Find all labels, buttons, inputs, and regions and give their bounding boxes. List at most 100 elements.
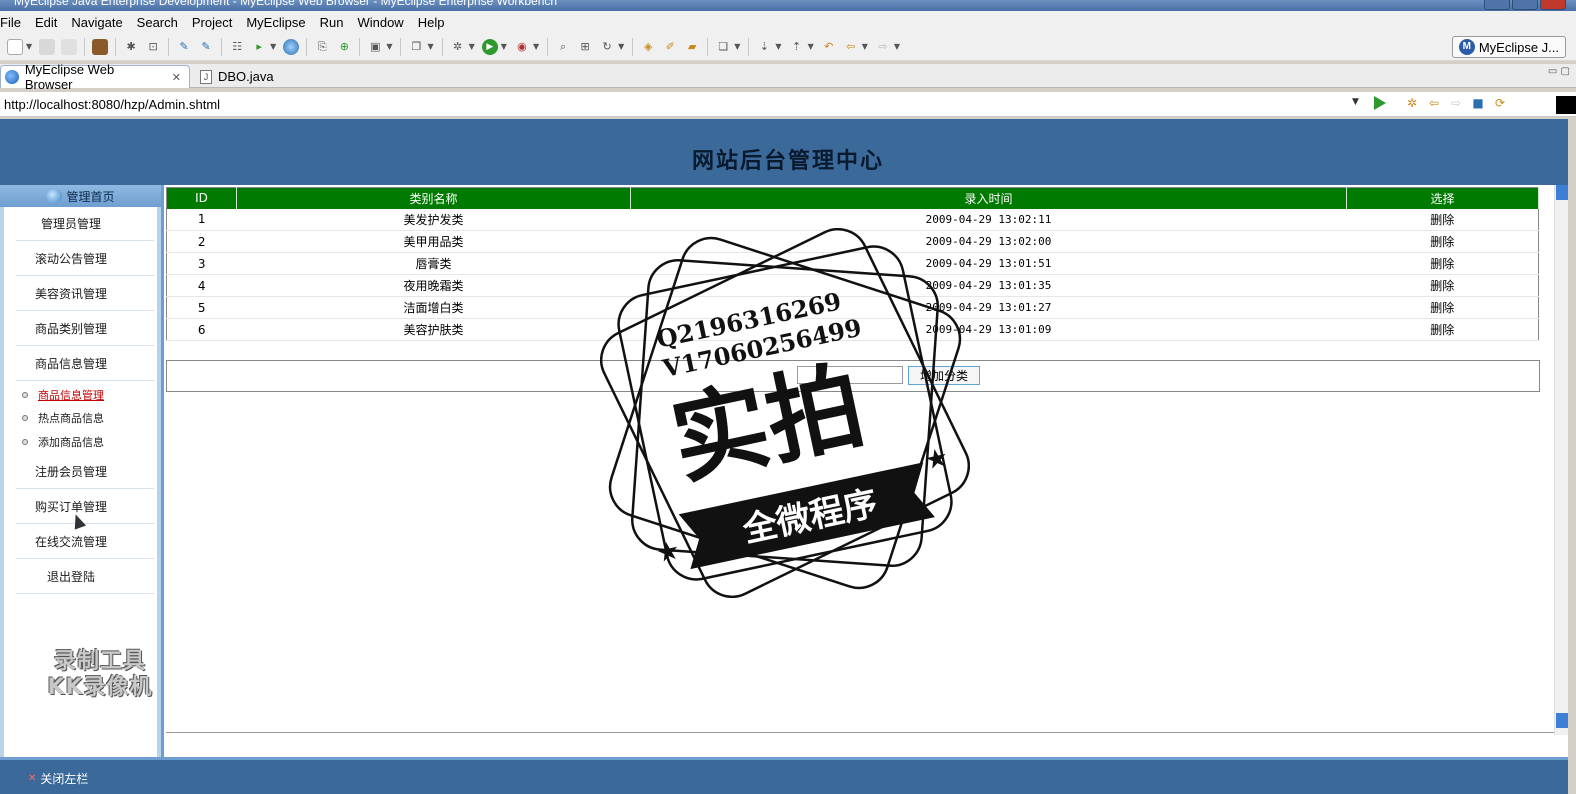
- run-icon[interactable]: ▶: [481, 38, 498, 55]
- chevron-down-icon[interactable]: ▼: [775, 42, 781, 51]
- new-class-icon[interactable]: ❐: [408, 39, 424, 55]
- chevron-down-icon[interactable]: ▼: [270, 42, 276, 51]
- bug-icon[interactable]: ✱: [123, 39, 139, 55]
- save-icon[interactable]: [39, 38, 56, 55]
- next-annotation-icon[interactable]: ⇣: [756, 39, 772, 55]
- sidebar-item-members[interactable]: 注册会员管理: [16, 455, 154, 489]
- sidebar-sub-add-product[interactable]: 添加商品信息: [22, 434, 104, 450]
- chevron-down-icon[interactable]: ▼: [808, 42, 814, 51]
- close-left-panel-button[interactable]: ✕ 关闭左栏: [28, 770, 88, 787]
- sidebar-item-orders[interactable]: 购买订单管理: [16, 490, 154, 524]
- menu-myeclipse[interactable]: MyEclipse: [239, 15, 312, 30]
- delete-link[interactable]: 删除: [1346, 230, 1539, 253]
- minimize-maximize-icon[interactable]: ▭ ▢: [1548, 66, 1570, 77]
- delete-link[interactable]: 删除: [1346, 252, 1539, 275]
- chevron-down-icon[interactable]: ▼: [501, 42, 507, 51]
- open-icon[interactable]: ⎘: [314, 39, 330, 55]
- delete-link[interactable]: 删除: [1346, 208, 1539, 231]
- cell-name: 美容护肤类: [236, 318, 631, 341]
- grid-icon[interactable]: ⊞: [577, 39, 593, 55]
- close-icon[interactable]: ✕: [172, 71, 181, 84]
- delete-link[interactable]: 删除: [1346, 296, 1539, 319]
- chevron-down-icon[interactable]: ▼: [427, 42, 433, 51]
- column-header-action: 选择: [1346, 187, 1539, 209]
- chevron-down-icon[interactable]: ▼: [26, 42, 32, 51]
- refresh-icon[interactable]: ⟳: [1492, 95, 1508, 111]
- chevron-down-icon[interactable]: ▼: [734, 42, 740, 51]
- maximize-button[interactable]: [1512, 0, 1538, 10]
- globe-icon: [5, 70, 19, 84]
- column-header-id: ID: [166, 187, 237, 209]
- add-category-button[interactable]: 增加分类: [908, 366, 980, 385]
- add-icon[interactable]: ⊕: [336, 39, 352, 55]
- sidebar-item-admin[interactable]: 管理员管理: [16, 207, 154, 241]
- menu-project[interactable]: Project: [185, 15, 239, 30]
- last-edit-icon[interactable]: ↶: [821, 39, 837, 55]
- close-window-button[interactable]: [1540, 0, 1566, 10]
- new-icon[interactable]: [7, 38, 23, 55]
- tab-web-browser[interactable]: MyEclipse Web Browser ✕: [0, 62, 190, 92]
- sidebar-item-chat[interactable]: 在线交流管理: [16, 525, 154, 559]
- print-icon[interactable]: [61, 38, 78, 55]
- menu-help[interactable]: Help: [411, 15, 452, 30]
- refresh-icon[interactable]: ↻: [599, 39, 615, 55]
- sidebar-item-beauty-news[interactable]: 美容资讯管理: [16, 277, 154, 311]
- scroll-up-arrow[interactable]: [1556, 185, 1568, 200]
- sidebar-item-product[interactable]: 商品信息管理: [16, 347, 154, 381]
- debug-icon[interactable]: ✲: [450, 39, 466, 55]
- globe-icon[interactable]: [283, 38, 300, 55]
- go-icon[interactable]: [1374, 96, 1386, 110]
- forward-icon[interactable]: ⇨: [875, 39, 891, 55]
- chevron-down-icon[interactable]: ▼: [1352, 97, 1359, 107]
- perspective-switcher[interactable]: M MyEclipse J...: [1451, 36, 1566, 58]
- minimize-button[interactable]: [1484, 0, 1510, 10]
- tab-dbo-java[interactable]: J DBO.java: [196, 65, 300, 88]
- sidebar-item-announcement[interactable]: 滚动公告管理: [16, 242, 154, 276]
- camera-icon[interactable]: ▣: [367, 39, 383, 55]
- menu-navigate[interactable]: Navigate: [64, 15, 129, 30]
- search-icon[interactable]: ⌕: [555, 39, 571, 55]
- chevron-down-icon[interactable]: ▼: [862, 42, 868, 51]
- sidebar-sub-hot-products[interactable]: 热点商品信息: [22, 410, 104, 426]
- undeploy-icon[interactable]: ✎: [198, 39, 214, 55]
- url-input[interactable]: [4, 95, 1334, 113]
- sidebar-sub-product-info[interactable]: 商品信息管理: [22, 387, 104, 403]
- hierarchy-icon[interactable]: ☷: [229, 39, 245, 55]
- pencil-icon[interactable]: ✐: [662, 39, 678, 55]
- deploy-icon[interactable]: ✎: [176, 39, 192, 55]
- sidebar-item-category[interactable]: 商品类别管理: [16, 312, 154, 346]
- menu-file[interactable]: File: [0, 15, 28, 30]
- category-name-input[interactable]: [797, 366, 903, 384]
- package-icon[interactable]: [92, 38, 109, 55]
- settings-icon[interactable]: ✲: [1404, 95, 1420, 111]
- chevron-down-icon[interactable]: ▼: [386, 42, 392, 51]
- column-header-time: 录入时间: [630, 187, 1347, 209]
- sidebar-home[interactable]: 管理首页: [0, 185, 161, 207]
- run-server-icon[interactable]: ▸: [251, 39, 267, 55]
- chevron-down-icon[interactable]: ▼: [469, 42, 475, 51]
- view-menu-icon[interactable]: [1556, 96, 1576, 114]
- delete-link[interactable]: 删除: [1346, 318, 1539, 341]
- back-icon[interactable]: ⇦: [1426, 95, 1442, 111]
- menu-window[interactable]: Window: [350, 15, 410, 30]
- chevron-down-icon[interactable]: ▼: [894, 42, 900, 51]
- sidebar-item-logout[interactable]: 退出登陆: [16, 560, 154, 594]
- scroll-down-arrow[interactable]: [1556, 713, 1568, 728]
- close-left-label: 关闭左栏: [40, 772, 89, 786]
- menu-search[interactable]: Search: [130, 15, 185, 30]
- vertical-scrollbar[interactable]: [1554, 185, 1568, 735]
- delete-link[interactable]: 删除: [1346, 274, 1539, 297]
- chevron-down-icon[interactable]: ▼: [533, 42, 539, 51]
- task-icon[interactable]: ❏: [715, 39, 731, 55]
- open-type-icon[interactable]: ◈: [640, 39, 656, 55]
- forward-icon[interactable]: ⇨: [1448, 95, 1464, 111]
- stop-icon[interactable]: ■: [1470, 95, 1486, 111]
- server-icon[interactable]: ⊡: [145, 39, 161, 55]
- menu-edit[interactable]: Edit: [28, 15, 64, 30]
- chevron-down-icon[interactable]: ▼: [618, 42, 624, 51]
- back-icon[interactable]: ⇦: [843, 39, 859, 55]
- folder-icon[interactable]: ▰: [684, 39, 700, 55]
- external-tools-icon[interactable]: ◉: [514, 39, 530, 55]
- menu-run[interactable]: Run: [313, 15, 351, 30]
- prev-annotation-icon[interactable]: ⇡: [789, 39, 805, 55]
